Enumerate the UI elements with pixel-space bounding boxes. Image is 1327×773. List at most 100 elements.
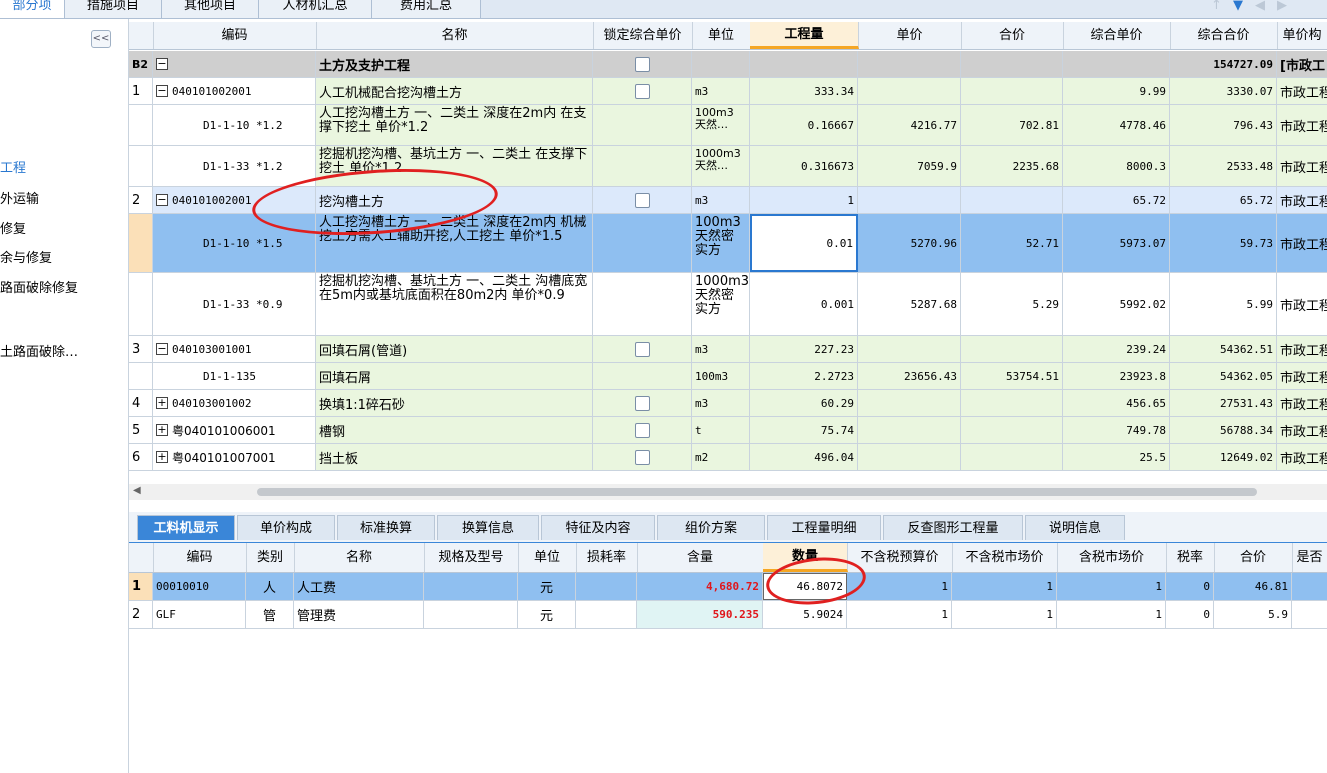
resource-flag[interactable] [1292,601,1327,628]
scroll-left-icon[interactable]: ◀ [133,485,141,496]
col-header-name[interactable]: 名称 [316,22,594,49]
tree-toggle[interactable]: − [153,51,316,77]
table-row[interactable]: 4 +040103001002 换填1:1碎石砂 m3 60.29 456.65… [129,390,1327,417]
resource-content[interactable]: 590.235 [637,601,763,628]
row-quantity[interactable]: 75.74 [750,417,858,443]
col-header-code[interactable]: 编码 [153,22,317,49]
resource-code[interactable]: 00010010 [153,573,246,600]
row-quantity[interactable]: 1 [750,187,858,213]
col-header-unit[interactable]: 单位 [518,543,577,572]
table-row[interactable]: 6 + 粤040101007001 挡土板 m2 496.04 25.5 1264… [129,444,1327,471]
resource-loss-rate[interactable] [576,573,637,600]
row-code[interactable]: −040103001001 [153,336,316,362]
row-quantity[interactable]: 0.16667 [750,105,858,145]
table-row[interactable]: B2 − 土方及支护工程 154727.09 [市政工 [129,51,1327,78]
table-row[interactable]: D1-1-10 *1.2 人工挖沟槽土方 一、二类土 深度在2m内 在支撑下挖土… [129,105,1327,146]
resource-tax-rate[interactable]: 0 [1166,573,1214,600]
resource-tax-market[interactable]: 1 [1057,573,1166,600]
lock-price-checkbox[interactable] [593,78,692,104]
resource-content[interactable]: 4,680.72 [637,573,763,600]
row-quantity[interactable]: 60.29 [750,390,858,416]
resource-flag[interactable] [1292,573,1327,600]
resource-pre-tax-budget[interactable]: 1 [847,601,952,628]
tab-pricing-scheme[interactable]: 组价方案 [657,515,765,540]
row-name[interactable]: 挡土板 [316,444,593,470]
col-header-tax-rate[interactable]: 税率 [1166,543,1215,572]
tab-price-composition[interactable]: 单价构成 [237,515,335,540]
lock-price-checkbox[interactable] [593,51,692,77]
row-name[interactable]: 人工挖沟槽土方 一、二类土 深度在2m内 在支撑下挖土 单价*1.2 [316,105,593,145]
row-name[interactable]: 槽钢 [316,417,593,443]
lock-price-checkbox[interactable] [593,187,692,213]
col-header-total[interactable]: 合价 [1214,543,1293,572]
col-header-pre-tax-market[interactable]: 不含税市场价 [952,543,1058,572]
row-quantity[interactable]: 0.316673 [750,146,858,186]
resource-tax-rate[interactable]: 0 [1166,601,1214,628]
row-quantity[interactable]: 0.001 [750,273,858,335]
tree-toggle[interactable]: − [156,85,168,97]
col-header-quantity[interactable]: 工程量 [750,22,859,49]
table-row[interactable]: 2 GLF 管 管理费 元 590.235 5.9024 1 1 1 0 5.9 [129,601,1327,629]
row-code[interactable]: +040103001002 [153,390,316,416]
arrow-left-icon[interactable]: ◀ [1255,0,1265,13]
col-header-content[interactable]: 含量 [637,543,764,572]
sidebar-item-pavement-repair[interactable]: 路面破除修复 [0,277,78,296]
row-quantity[interactable]: 333.34 [750,78,858,104]
tab-cost-summary[interactable]: 费用汇总 [372,0,481,18]
col-header-unit-price[interactable]: 综合单价 [1063,22,1171,49]
resource-category[interactable]: 人 [246,573,294,600]
resource-unit[interactable]: 元 [518,573,576,600]
table-row[interactable]: 3 −040103001001 回填石屑(管道) m3 227.23 239.2… [129,336,1327,363]
sidebar-item-soil-pavement[interactable]: 土路面破除… [0,341,78,360]
row-code[interactable]: D1-1-33 *0.9 [153,273,316,335]
tab-measures[interactable]: 措施项目 [65,0,162,18]
tab-other-items[interactable]: 其他项目 [162,0,259,18]
col-header-total-price[interactable]: 综合合价 [1170,22,1278,49]
arrow-down-icon[interactable]: ▼ [1233,0,1243,13]
col-header-name[interactable]: 名称 [294,543,425,572]
row-name[interactable]: 换填1:1碎石砂 [316,390,593,416]
row-name[interactable]: 回填石屑(管道) [316,336,593,362]
sidebar-item-earthwork[interactable]: 工程 [0,157,26,176]
col-header-price[interactable]: 单价 [858,22,962,49]
row-code[interactable]: D1-1-33 *1.2 [153,146,316,186]
resource-pre-tax-market[interactable]: 1 [952,601,1057,628]
resource-name[interactable]: 人工费 [294,573,424,600]
tab-conversion-info[interactable]: 换算信息 [437,515,539,540]
table-row[interactable]: 1 −040101002001 人工机械配合挖沟槽土方 m3 333.34 9.… [129,78,1327,105]
lock-price-checkbox[interactable] [593,390,692,416]
row-code[interactable]: + 粤040101006001 [153,417,316,443]
resource-code[interactable]: GLF [153,601,246,628]
lock-price-checkbox[interactable] [593,417,692,443]
tree-toggle[interactable]: + [156,424,168,436]
row-name[interactable]: 挖掘机挖沟槽、基坑土方 一、二类土 沟槽底宽在5m内或基坑底面积在80m2内 单… [316,273,593,335]
tab-description[interactable]: 说明信息 [1025,515,1125,540]
col-header-category[interactable]: 类别 [246,543,295,572]
row-quantity[interactable]: 496.04 [750,444,858,470]
tree-toggle[interactable]: + [156,397,168,409]
sidebar-item-removal-repair[interactable]: 余与修复 [0,247,52,266]
quantity-edit-cell[interactable]: 0.01 [750,214,858,272]
resource-pre-tax-market[interactable]: 1 [952,573,1057,600]
row-code[interactable]: D1-1-135 [153,363,316,389]
row-code[interactable]: −040101002001 [153,78,316,104]
resource-loss-rate[interactable] [576,601,637,628]
collapse-sidebar-button[interactable]: << [91,30,111,48]
col-header-unit[interactable]: 单位 [692,22,751,49]
table-row[interactable]: D1-1-135 回填石屑 100m3 2.2723 23656.43 5375… [129,363,1327,390]
resource-quantity[interactable]: 5.9024 [763,601,847,628]
tab-graphic-quantity-lookup[interactable]: 反查图形工程量 [883,515,1023,540]
resource-spec[interactable] [424,601,518,628]
row-name[interactable]: 人工机械配合挖沟槽土方 [316,78,593,104]
row-code[interactable]: D1-1-10 *1.2 [153,105,316,145]
tab-features-content[interactable]: 特征及内容 [541,515,655,540]
tab-quantity-details[interactable]: 工程量明细 [767,515,881,540]
scrollbar-thumb[interactable] [257,488,1257,496]
col-header-lock-price[interactable]: 锁定综合单价 [593,22,693,49]
tab-standard-conversion[interactable]: 标准换算 [337,515,435,540]
tab-resource-summary[interactable]: 人材机汇总 [259,0,372,18]
resource-category[interactable]: 管 [246,601,294,628]
lock-price-checkbox[interactable] [593,336,692,362]
tab-division-items[interactable]: 部分项 [0,0,65,18]
table-row[interactable]: D1-1-33 *0.9 挖掘机挖沟槽、基坑土方 一、二类土 沟槽底宽在5m内或… [129,273,1327,336]
